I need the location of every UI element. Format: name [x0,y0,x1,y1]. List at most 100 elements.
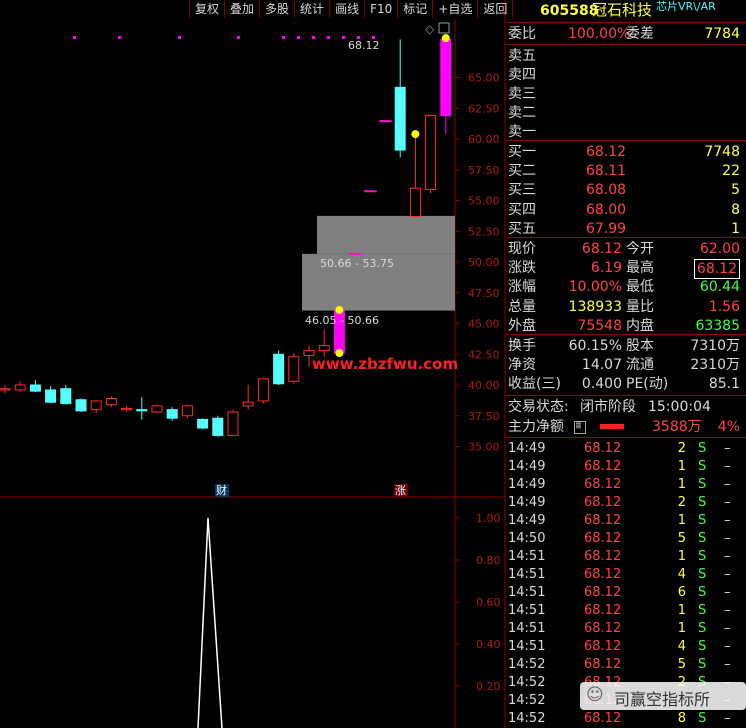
tick-side: S [698,513,707,528]
tick-row: 14:50 68.12 5 S – [506,530,746,548]
buy-level-volume: 7748 [704,144,740,160]
event-marker-finance[interactable]: 财 [216,483,227,497]
candle-body [60,388,72,404]
tick-time: 14:52 [508,693,546,708]
stat-label: 净资 [508,357,536,374]
stat-label: 现价 [508,241,536,257]
quote-panel: 605588 冠石科技 芯片VR\/AR 委比 100.00% 委差 7784 … [506,0,746,728]
event-marker-limitup[interactable]: 涨 [395,484,406,497]
weicha-label: 委差 [626,26,654,42]
toolbar-button[interactable]: 复权 [189,0,226,18]
candle-body [0,388,11,391]
limit-dash [364,190,377,193]
price-tick-label: 52.50 [468,225,500,238]
net-flow-row[interactable]: 主力净额 ≡ ≡ 3588万 4% [506,418,746,436]
price-tick-label: 50.00 [468,256,500,269]
tick-row: 14:49 68.12 1 S – [506,512,746,530]
price-axis: 65.00 62.50 60.00 57.50 55.00 52.50 50.00 47.50… [455,72,500,454]
toolbar-button[interactable]: +自选 [432,0,479,18]
toolbar-button[interactable]: 画线 [329,0,366,18]
sell-level-label: 卖四 [508,67,536,83]
tick-time: 14:51 [508,549,546,564]
candle-body [166,409,178,419]
tick-row: 14:51 68.12 1 S – [506,620,746,638]
stat-row: 总量 138933 量比 1.56 [506,298,746,316]
toolbar-button[interactable]: 多股 [259,0,296,18]
sell-level-row: 卖一 [506,123,746,141]
toolbar-button[interactable]: 统计 [294,0,331,18]
tick-side: S [698,603,707,618]
stat-label: 涨幅 [508,279,536,296]
stat-value: 14.07 [581,357,622,374]
stock-header: 605588 冠石科技 芯片VR\/AR [506,0,746,20]
tick-price: 68.12 [584,603,622,618]
buy-level-row: 买一 68.12 7748 [506,143,746,161]
tick-dash: – [724,459,731,474]
diamond-icon[interactable]: ◇ [425,22,435,36]
price-tick-label: 40.00 [468,379,500,392]
divider [506,140,746,141]
window-icon[interactable] [438,22,450,34]
tick-dash: – [724,621,731,636]
signal-marker [411,130,420,139]
tick-side: S [698,549,707,564]
indicator-tick-label: 0.80 [476,554,501,567]
stat-value: 75548 [577,317,622,334]
toolbar-button[interactable]: 标记 [397,0,434,18]
candle-body [105,398,117,406]
concept-tag[interactable]: 芯片VR\/AR [656,0,716,16]
candle-body [136,409,148,412]
stat-value: 2310万 [690,357,740,374]
candle-body [75,399,87,412]
tick-price: 68.12 [584,441,622,456]
price-tick-label: 47.50 [468,287,500,300]
stat-row: 涨跌 6.19 最高 68.12 [506,259,746,280]
tick-side: S [698,459,707,474]
tick-price: 68.12 [584,459,622,474]
candle-body [14,384,26,391]
stat-label: 股本 [626,338,654,354]
tick-price: 68.12 [584,621,622,636]
indicator-axis: 1.00 0.80 0.60 0.40 0.20 [455,512,501,693]
kline-chart[interactable]: 65.00 62.50 60.00 57.50 55.00 52.50 50.00 47.50… [0,0,506,728]
buy-level-price: 67.99 [586,220,627,237]
tick-dash: – [724,585,731,600]
buy-level-volume: 1 [731,220,740,237]
tick-dash: – [724,513,731,528]
candle-body [181,405,193,417]
stat-label: 换手 [508,338,536,354]
candle-body [45,389,57,403]
tick-time: 14:49 [508,513,546,528]
tick-price: 68.12 [584,477,622,492]
tick-row: 14:49 68.12 1 S – [506,458,746,476]
toolbar-button[interactable]: F10 [364,0,399,18]
indicator-line [197,517,223,728]
tick-time: 14:51 [508,603,546,618]
tick-time: 14:50 [508,531,546,546]
sell-level-label: 卖二 [508,105,536,121]
tick-dash: – [724,495,731,510]
buy-level-label: 买一 [508,144,536,160]
buy-level-label: 买四 [508,201,536,218]
indicator-tick-label: 0.40 [476,638,501,651]
tick-volume: 4 [677,567,686,582]
tick-dash: – [724,441,731,456]
tick-time: 14:51 [508,621,546,636]
tick-row: 14:49 68.12 2 S – [506,494,746,512]
sell-level-row: 卖三 [506,85,746,103]
indicator-tick-label: 0.20 [476,680,501,693]
stat-label: 涨跌 [508,260,536,277]
brand-text: 司赢空指标所 [614,690,711,709]
tick-time: 14:49 [508,477,546,492]
stat-label: 内盘 [626,317,654,334]
tick-time: 14:49 [508,495,546,510]
tick-volume: 2 [677,441,686,456]
divider [506,395,746,396]
sell-level-label: 卖三 [508,86,536,102]
divider [506,22,746,23]
list-icon[interactable]: ≡ ≡ [574,420,586,434]
tick-side: S [698,585,707,600]
stock-code: 605588 [540,3,599,19]
toolbar-button[interactable]: 叠加 [224,0,261,18]
buy-level-volume: 22 [722,163,740,180]
